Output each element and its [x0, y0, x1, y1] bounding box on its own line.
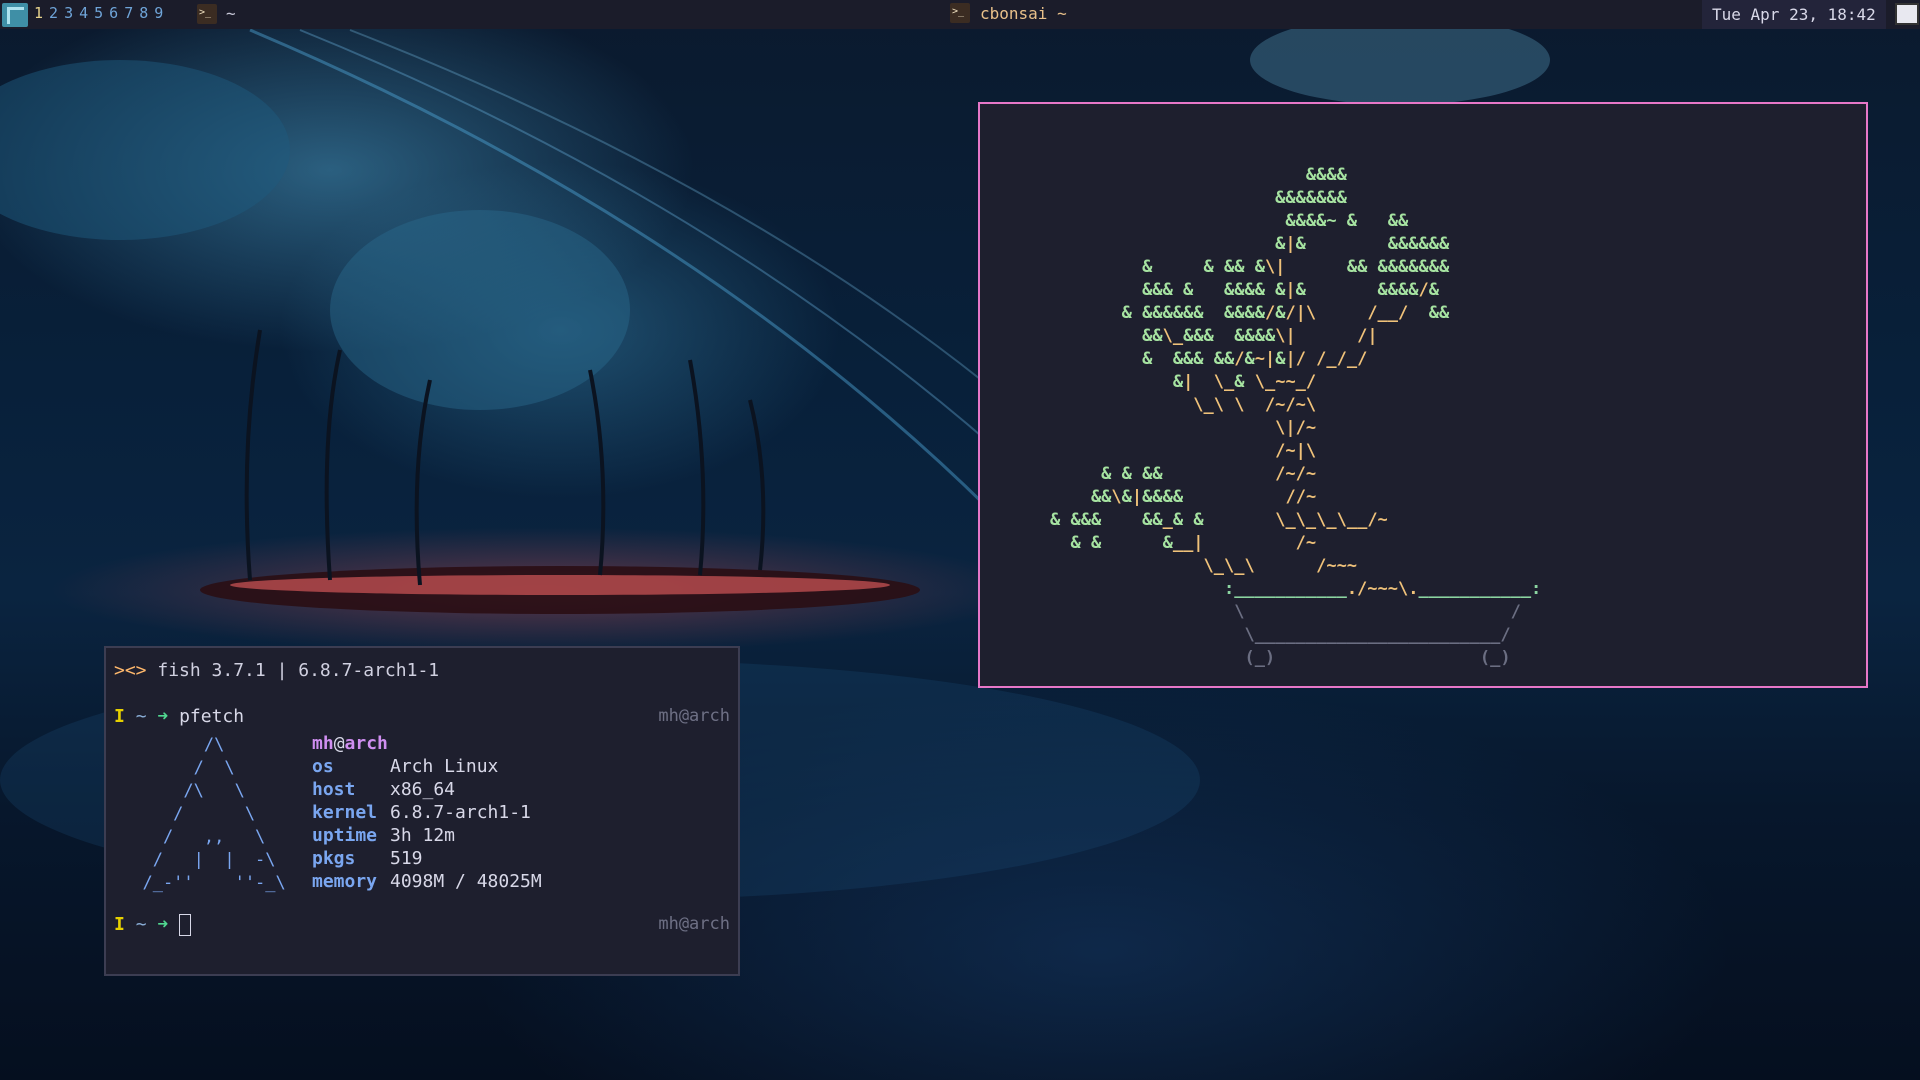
workspace-button-4[interactable]: 4	[79, 4, 88, 22]
terminal-icon	[950, 3, 970, 23]
fish-logo-icon: ><>	[114, 660, 147, 681]
window-title-area: cbonsai ~	[950, 3, 1067, 23]
fish-version: fish 3.7.1 | 6.8.7-arch1-1	[157, 660, 440, 681]
prompt-cwd: ~	[135, 706, 147, 727]
workspace-button-2[interactable]: 2	[49, 4, 58, 22]
prompt-line-1: I ~ ➜ pfetch	[114, 706, 244, 727]
prompt-arrow-icon: ➜	[157, 706, 169, 727]
info-row-kernel: kernel 6.8.7-arch1-1	[312, 802, 531, 823]
terminal-icon[interactable]	[197, 4, 217, 24]
fish-header: ><> fish 3.7.1 | 6.8.7-arch1-1	[114, 660, 439, 681]
command-text: pfetch	[179, 706, 245, 727]
at-sign: @	[333, 733, 345, 754]
text-cursor[interactable]	[179, 914, 192, 936]
window-title: cbonsai ~	[980, 3, 1067, 23]
workspace-button-9[interactable]: 9	[154, 4, 163, 22]
workspace-button-3[interactable]: 3	[64, 4, 73, 22]
tray-window-icon[interactable]	[1895, 3, 1919, 25]
vi-mode-indicator: I	[114, 914, 125, 935]
workspace-button-7[interactable]: 7	[124, 4, 133, 22]
info-row-memory: memory 4098M / 48025M	[312, 871, 542, 892]
workspace-button-6[interactable]: 6	[109, 4, 118, 22]
prompt-cwd: ~	[135, 914, 147, 935]
pfetch-info: mh @ arch os Arch Linux host x86_64 kernel 6.…	[312, 732, 542, 893]
host-name: arch	[344, 733, 388, 754]
info-row-pkgs: pkgs 519	[312, 848, 423, 869]
info-row-uptime: uptime 3h 12m	[312, 825, 456, 846]
fish-terminal-window[interactable]: ><> fish 3.7.1 | 6.8.7-arch1-1 I ~ ➜ pfe…	[104, 646, 740, 976]
clock[interactable]: Tue Apr 23, 18:42	[1702, 0, 1886, 29]
info-row-host: host x86_64	[312, 779, 456, 800]
bonsai-ascii-art: &&&& &&&&&&& &&&&~ & && &|& &&&&&& & & &…	[1050, 165, 1542, 668]
top-bar: 1 2 3 4 5 6 7 8 9 ~ cbonsai ~ Tue Apr 23…	[0, 0, 1920, 29]
right-prompt-host: mh@arch	[658, 914, 730, 934]
workspace-button-1[interactable]: 1	[34, 4, 43, 22]
vi-mode-indicator: I	[114, 706, 125, 727]
window-manager-logo-icon[interactable]	[2, 3, 28, 27]
cbonsai-terminal-window[interactable]: &&&& &&&&&&& &&&&~ & && &|& &&&&&& & & &…	[978, 102, 1868, 688]
workspace-button-5[interactable]: 5	[94, 4, 103, 22]
arch-logo-ascii: /\ / \ /\ \ / \ / ,, \ / | | -\ /_-'' ''…	[142, 735, 286, 893]
workspace-button-8[interactable]: 8	[139, 4, 148, 22]
prompt-line-2: I ~ ➜	[114, 914, 192, 936]
user-name: mh	[312, 733, 334, 754]
workspace-window-label[interactable]: ~	[226, 4, 236, 23]
info-row-os: os Arch Linux	[312, 756, 499, 777]
right-prompt-host: mh@arch	[658, 706, 730, 726]
workspace-list: 1 2 3 4 5 6 7 8 9	[34, 4, 163, 22]
prompt-arrow-icon: ➜	[157, 914, 169, 935]
